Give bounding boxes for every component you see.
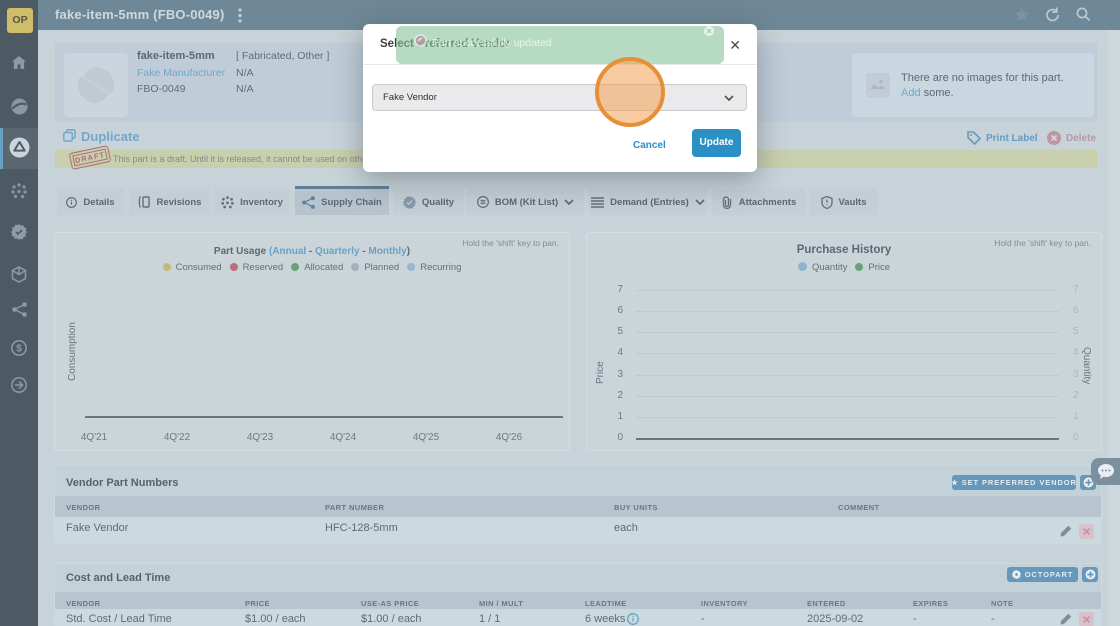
svg-text:$: $ (16, 344, 22, 355)
